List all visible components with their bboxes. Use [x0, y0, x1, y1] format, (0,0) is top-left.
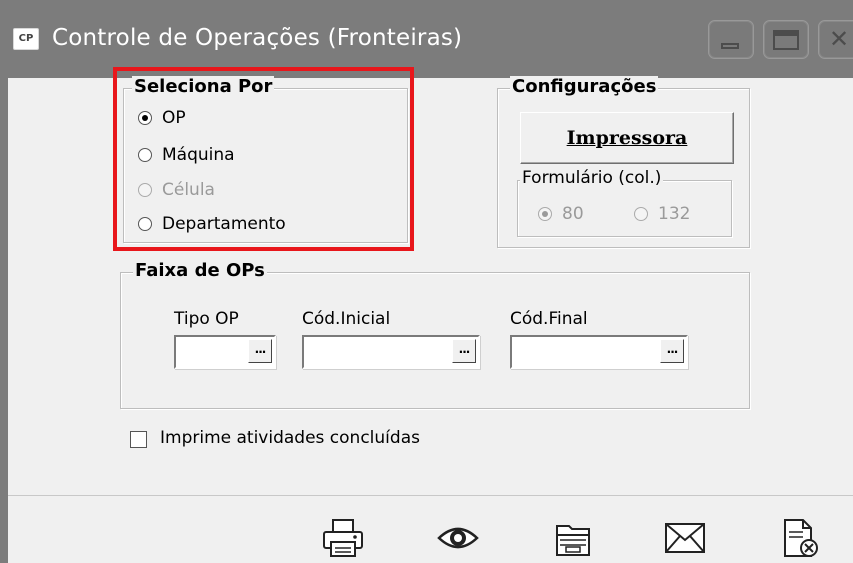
close-icon: ✕ — [829, 25, 850, 53]
cod-final-label: Cód.Final — [510, 309, 588, 329]
window-frame-left — [0, 78, 8, 563]
cod-inicial-field[interactable]: ... — [302, 335, 480, 369]
window-title: Controle de Operações (Fronteiras) — [52, 25, 463, 51]
folder-icon[interactable] — [551, 518, 595, 558]
minimize-button[interactable] — [708, 20, 754, 59]
impressora-button[interactable]: Impressora — [520, 112, 734, 164]
radio-80-indicator — [538, 207, 552, 221]
faixa-ops-legend: Faixa de OPs — [133, 260, 267, 281]
close-button[interactable]: ✕ — [818, 20, 853, 59]
tipo-op-lookup-button[interactable]: ... — [248, 339, 272, 363]
radio-132: 132 — [634, 204, 690, 224]
highlight-box — [113, 67, 414, 251]
imprime-atividades-label[interactable]: Imprime atividades concluídas — [160, 428, 420, 448]
formulario-legend: Formulário (col.) — [520, 168, 664, 188]
configuracoes-legend: Configurações — [510, 76, 659, 97]
printer-icon[interactable] — [321, 518, 365, 558]
preview-eye-icon[interactable] — [436, 518, 480, 558]
imprime-atividades-checkbox[interactable] — [130, 431, 147, 448]
maximize-icon — [773, 30, 799, 50]
cod-final-lookup-button[interactable]: ... — [660, 339, 684, 363]
maximize-button[interactable] — [763, 20, 809, 59]
email-icon[interactable] — [663, 518, 707, 558]
radio-132-indicator — [634, 207, 648, 221]
radio-80: 80 — [538, 204, 584, 224]
radio-132-label: 132 — [658, 204, 691, 224]
cancel-document-icon[interactable] — [777, 518, 821, 558]
cod-inicial-label: Cód.Inicial — [302, 309, 391, 329]
toolbar-separator — [8, 495, 853, 496]
minimize-icon — [721, 43, 739, 49]
app-icon[interactable]: CP — [13, 28, 39, 50]
tipo-op-field[interactable]: ... — [174, 335, 276, 369]
cod-inicial-lookup-button[interactable]: ... — [452, 339, 476, 363]
impressora-button-label: Impressora — [566, 127, 688, 149]
cod-final-field[interactable]: ... — [510, 335, 688, 369]
radio-80-label: 80 — [562, 204, 584, 224]
tipo-op-label: Tipo OP — [174, 309, 239, 329]
